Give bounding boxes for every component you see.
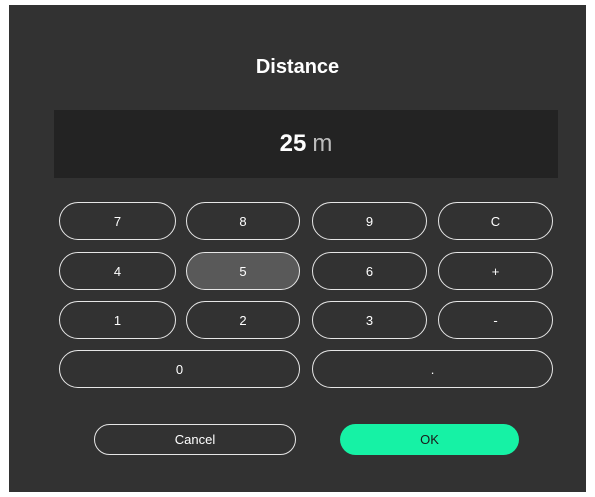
key-clear[interactable]: C [438, 202, 553, 240]
cancel-button[interactable]: Cancel [94, 424, 296, 455]
key-5[interactable]: 5 [186, 252, 300, 290]
number-input-dialog: Distance 25 m 7 8 9 C 4 5 6 + 1 2 3 - 0 … [9, 5, 586, 492]
display-value: 25 [279, 130, 307, 157]
ok-button[interactable]: OK [340, 424, 519, 455]
key-6[interactable]: 6 [312, 252, 427, 290]
key-1[interactable]: 1 [59, 301, 176, 339]
dialog-title: Distance [255, 56, 340, 78]
key-4[interactable]: 4 [59, 252, 176, 290]
display-unit: m [312, 130, 333, 157]
key-decimal[interactable]: . [312, 350, 553, 388]
key-9[interactable]: 9 [312, 202, 427, 240]
key-8[interactable]: 8 [186, 202, 300, 240]
key-7[interactable]: 7 [59, 202, 176, 240]
key-plus[interactable]: + [438, 252, 553, 290]
key-minus[interactable]: - [438, 301, 553, 339]
key-2[interactable]: 2 [186, 301, 300, 339]
key-0[interactable]: 0 [59, 350, 300, 388]
key-3[interactable]: 3 [312, 301, 427, 339]
value-display: 25 m [54, 110, 558, 178]
